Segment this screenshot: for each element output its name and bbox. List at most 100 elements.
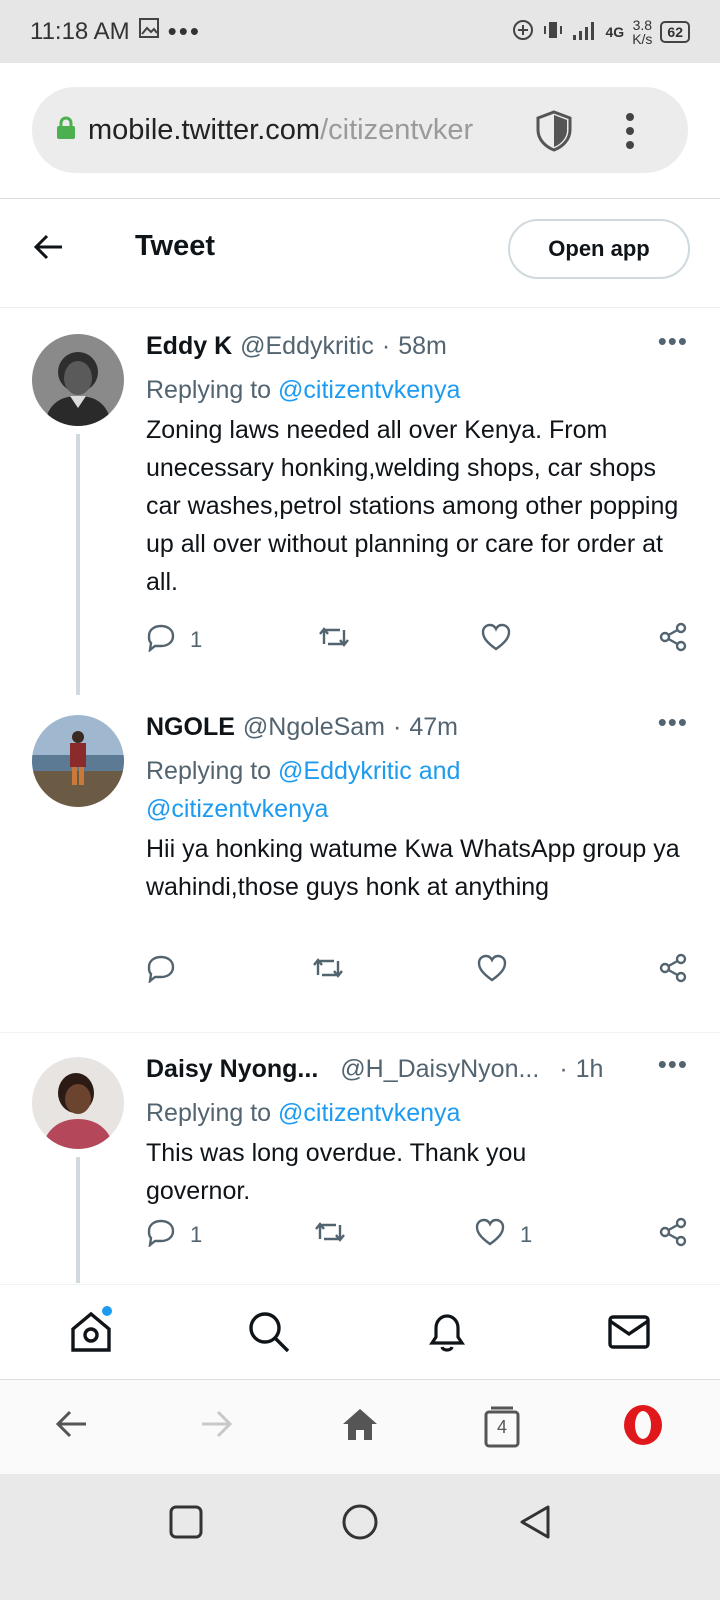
status-time: 11:18 AM [30, 17, 130, 45]
share-button[interactable] [658, 1217, 688, 1253]
tweet-actions [146, 953, 688, 993]
replying-prefix: Replying to [146, 1099, 279, 1127]
tweet-text: This was long overdue. Thank you governo… [146, 1139, 527, 1205]
tweet-content: Eddy K @Eddykritic · 58m ••• Replying to… [146, 326, 688, 601]
retweet-button[interactable] [316, 622, 366, 658]
more-notifications-icon: ••• [167, 16, 201, 46]
author-name[interactable]: Daisy Nyong... [146, 1055, 318, 1084]
like-button[interactable]: 1 [474, 1217, 532, 1253]
tweet-text: Hii ya honking watume Kwa WhatsApp group… [146, 835, 680, 901]
separator-dot: · [381, 332, 391, 360]
status-bar: 11:18 AM ••• 4G 3.8 K/s 62 [0, 0, 720, 63]
network-type: 4G [605, 23, 625, 40]
retweet-icon [312, 1217, 348, 1253]
more-options-icon[interactable]: ••• [658, 326, 688, 357]
like-button[interactable] [476, 953, 522, 989]
tweet-item[interactable]: Daisy Nyong... @H_DaisyNyon... · 1h ••• … [0, 1033, 720, 1283]
browser-toolbar: mobile.twitter.com/citizentvker [0, 63, 720, 199]
opera-menu-icon[interactable] [622, 1404, 664, 1451]
url-host: mobile.twitter.com [88, 113, 321, 146]
reply-icon [146, 622, 176, 658]
home-circle-icon[interactable] [340, 1502, 380, 1547]
tweet-time[interactable]: 58m [398, 332, 447, 361]
lock-icon [56, 116, 76, 145]
separator-dot: · [393, 713, 402, 741]
share-button[interactable] [658, 953, 688, 989]
avatar[interactable] [32, 715, 124, 807]
author-handle[interactable]: @Eddykritic [240, 332, 374, 361]
browser-back-icon[interactable] [52, 1404, 92, 1449]
author-handle[interactable]: @NgoleSam [243, 713, 385, 742]
replying-to-link[interactable]: @citizentvkenya [278, 376, 460, 404]
address-bar[interactable]: mobile.twitter.com/citizentvker [32, 87, 688, 173]
retweet-icon [316, 622, 352, 658]
like-button[interactable] [480, 622, 526, 658]
tweet-time[interactable]: 1h [576, 1055, 604, 1084]
author-handle[interactable]: @H_DaisyNyon... [340, 1055, 539, 1084]
replying-to: Replying to @Eddykritic and @citizentvke… [146, 752, 506, 828]
browser-menu-icon[interactable] [624, 111, 636, 156]
page-title: Tweet [135, 230, 216, 262]
separator-dot: · [559, 1055, 568, 1083]
tweet-actions: 1 1 [146, 1217, 688, 1257]
tweet-content: Daisy Nyong... @H_DaisyNyon... · 1h ••• … [146, 1049, 688, 1210]
share-icon [658, 953, 688, 989]
signal-icon [572, 19, 598, 44]
reply-count: 1 [190, 1222, 203, 1247]
browser-bottom-bar: 4 [0, 1380, 720, 1474]
heart-icon [474, 1217, 506, 1253]
recent-apps-icon[interactable] [166, 1502, 206, 1547]
gallery-icon [138, 17, 160, 46]
author-name[interactable]: NGOLE [146, 713, 235, 742]
open-app-button[interactable]: Open app [508, 219, 690, 279]
back-triangle-icon[interactable] [516, 1502, 556, 1547]
speed-value: 3.8 [632, 16, 653, 33]
more-options-icon[interactable]: ••• [658, 1049, 688, 1080]
author-name[interactable]: Eddy K [146, 332, 232, 361]
home-notification-dot [102, 1306, 112, 1316]
replying-prefix: Replying to [146, 376, 279, 404]
retweet-button[interactable] [312, 1217, 362, 1253]
browser-forward-icon[interactable] [196, 1404, 236, 1449]
notifications-bell-icon[interactable] [424, 1309, 470, 1360]
search-icon[interactable] [246, 1309, 292, 1360]
reply-button[interactable] [146, 953, 190, 989]
browser-home-icon[interactable] [340, 1404, 380, 1449]
network-speed: 3.8 K/s [632, 18, 652, 46]
reply-button[interactable]: 1 [146, 622, 202, 658]
reply-icon [146, 953, 176, 989]
reply-button[interactable]: 1 [146, 1217, 202, 1253]
messages-envelope-icon[interactable] [606, 1309, 652, 1360]
share-button[interactable] [658, 622, 688, 658]
url-path: /citizentvker [320, 113, 474, 146]
android-navigation-bar [0, 1474, 720, 1600]
data-saver-icon [512, 19, 534, 44]
home-icon[interactable] [68, 1309, 114, 1360]
replying-to: Replying to @citizentvkenya [146, 1094, 688, 1132]
back-arrow-icon[interactable] [32, 230, 66, 269]
reply-icon [146, 1217, 176, 1253]
replying-to-link[interactable]: @citizentvkenya [278, 1099, 460, 1127]
heart-icon [480, 622, 512, 658]
tweet-item[interactable]: NGOLE @NgoleSam · 47m ••• Replying to @E… [0, 695, 720, 1033]
url-text[interactable]: mobile.twitter.com/citizentvker [88, 114, 533, 147]
tweet-content: NGOLE @NgoleSam · 47m ••• Replying to @E… [146, 707, 688, 906]
tweet-actions: 1 [146, 622, 688, 662]
replying-prefix: Replying to [146, 757, 279, 785]
avatar[interactable] [32, 1057, 124, 1149]
tweet-time[interactable]: 47m [409, 713, 458, 742]
share-icon [658, 622, 688, 658]
tabs-count: 4 [496, 1417, 507, 1437]
tweet-item[interactable]: Eddy K @Eddykritic · 58m ••• Replying to… [0, 310, 720, 695]
shield-icon[interactable] [534, 109, 574, 158]
reply-count: 1 [190, 627, 203, 652]
avatar[interactable] [32, 334, 124, 426]
more-options-icon[interactable]: ••• [658, 707, 688, 738]
heart-icon [476, 953, 508, 989]
share-icon [658, 1217, 688, 1253]
retweet-icon [310, 953, 346, 989]
retweet-button[interactable] [310, 953, 360, 989]
replying-to: Replying to @citizentvkenya [146, 371, 688, 409]
vibrate-icon [542, 19, 564, 44]
tweet-text: Zoning laws needed all over Kenya. From … [146, 416, 679, 596]
